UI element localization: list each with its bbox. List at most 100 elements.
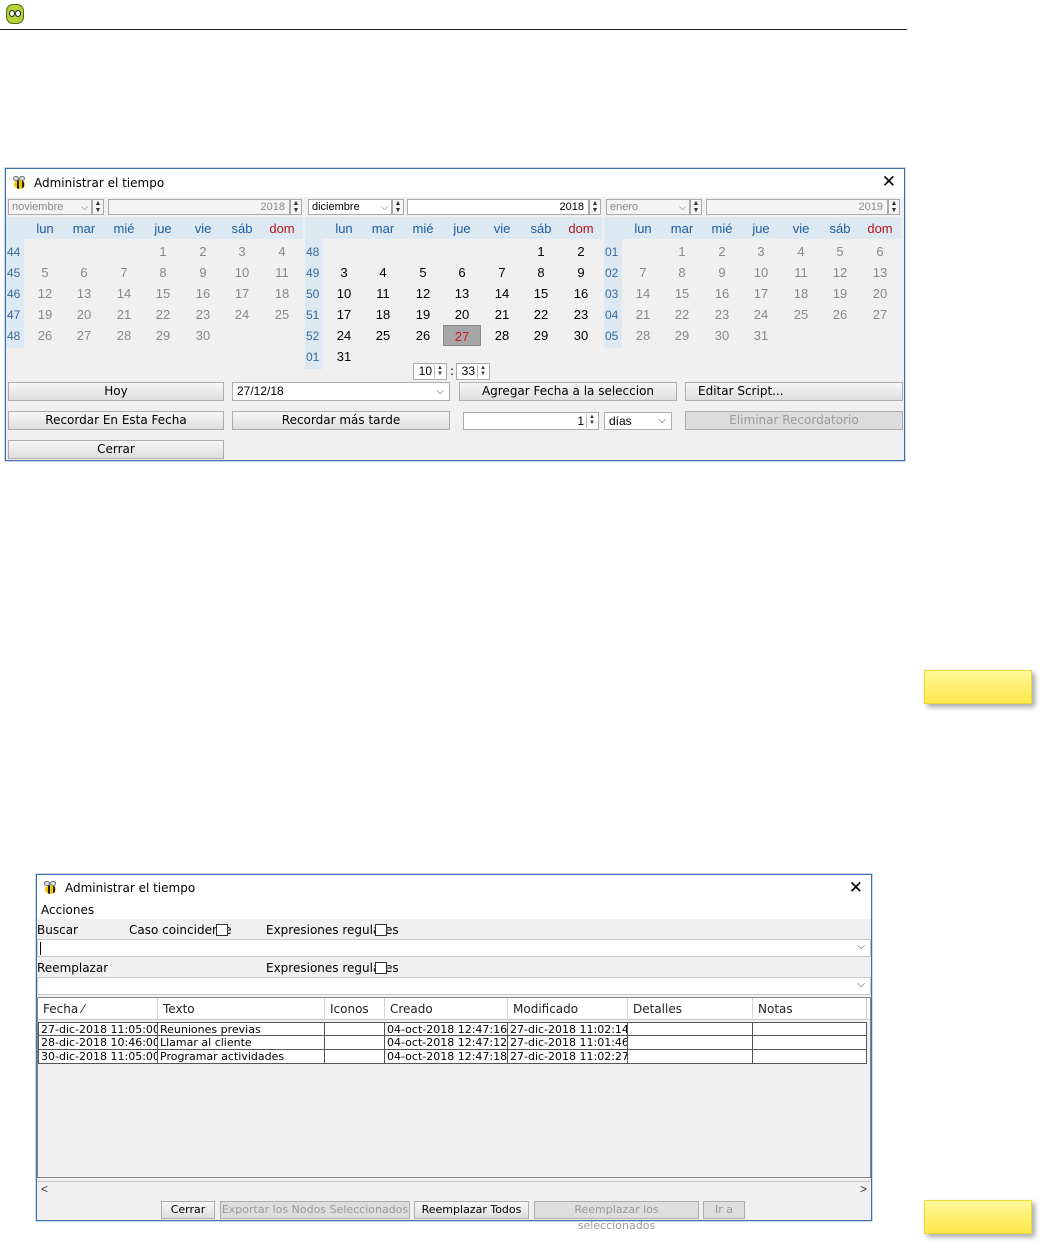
calendar-day[interactable]: 30 [184,325,222,346]
calendar-day[interactable]: 19 [404,304,442,325]
calendar-day[interactable]: 15 [144,283,182,304]
calendar-day[interactable]: 12 [404,283,442,304]
calendar-day[interactable]: 18 [263,283,301,304]
calendar-day[interactable]: 19 [821,283,859,304]
month-spinner-prev[interactable]: ▲ ▼ [92,199,104,215]
month-select-next[interactable]: enero ⌵ [606,199,690,215]
edit-script-button[interactable]: Editar Script... [685,382,903,401]
calendar-day[interactable]: 25 [263,304,301,325]
hour-field[interactable]: 10 ▲ ▼ [413,363,447,380]
calendar-day[interactable]: 2 [562,241,600,262]
calendar-day[interactable]: 20 [65,304,103,325]
month-select-current[interactable]: diciembre ⌵ [308,199,392,215]
close-button[interactable]: Cerrar [8,440,224,459]
calendar-day[interactable]: 16 [703,283,741,304]
year-spinner-prev[interactable]: ▲ ▼ [290,199,302,215]
year-spinner-next[interactable]: ▲ ▼ [888,199,900,215]
delete-reminder-button[interactable]: Eliminar Recordatorio [685,411,903,430]
calendar-day[interactable]: 21 [483,304,521,325]
calendar-day[interactable]: 15 [663,283,701,304]
calendar-day[interactable]: 14 [624,283,662,304]
calendar-day[interactable]: 13 [65,283,103,304]
replace-input[interactable]: ⌵ [37,977,871,995]
calendar-day[interactable]: 16 [562,283,600,304]
replace-all-button[interactable]: Reemplazar Todos [414,1201,529,1219]
month-spinner-current[interactable]: ▲ ▼ [392,199,404,215]
calendar-day[interactable]: 22 [663,304,701,325]
calendar-day[interactable]: 8 [663,262,701,283]
calendar-day[interactable]: 3 [742,241,780,262]
calendar-day[interactable]: 28 [105,325,143,346]
search-input[interactable]: ⌵ [37,939,871,957]
calendar-day[interactable]: 7 [483,262,521,283]
calendar-day[interactable]: 4 [782,241,820,262]
calendar-day[interactable]: 10 [325,283,363,304]
calendar-day[interactable]: 18 [782,283,820,304]
replace-selected-button[interactable]: Reemplazar los seleccionados [534,1201,699,1232]
today-button[interactable]: Hoy [8,382,224,401]
calendar-day[interactable]: 7 [105,262,143,283]
calendar-day[interactable]: 29 [144,325,182,346]
calendar-day[interactable]: 9 [184,262,222,283]
calendar-day[interactable]: 5 [404,262,442,283]
calendar-day[interactable]: 23 [703,304,741,325]
close-button[interactable]: Cerrar [161,1201,215,1219]
column-header[interactable]: Creado [385,998,508,1020]
case-sensitive-checkbox[interactable] [216,924,228,936]
later-unit-select[interactable]: días ⌵ [604,412,672,430]
table-row[interactable]: 27-dic-2018 11:05:00 Reuniones previas 04-… [38,1022,867,1036]
calendar-day[interactable]: 4 [263,241,301,262]
calendar-day[interactable]: 6 [65,262,103,283]
calendar-day[interactable]: 4 [364,262,402,283]
calendar-day[interactable]: 22 [522,304,560,325]
scroll-left-icon[interactable]: < [41,1182,48,1196]
calendar-day[interactable]: 8 [144,262,182,283]
calendar-day[interactable]: 26 [821,304,859,325]
calendar-day[interactable]: 24 [325,325,363,346]
calendar-day[interactable]: 8 [522,262,560,283]
remind-later-button[interactable]: Recordar más tarde [232,411,450,430]
calendar-day[interactable]: 10 [223,262,261,283]
calendar-day[interactable]: 16 [184,283,222,304]
scroll-right-icon[interactable]: > [860,1182,867,1196]
calendar-day[interactable]: 14 [105,283,143,304]
menu-acciones[interactable]: Acciones [41,903,94,917]
calendar-day[interactable]: 31 [325,346,363,367]
calendar-day[interactable]: 26 [26,325,64,346]
calendar-day[interactable]: 17 [223,283,261,304]
calendar-day[interactable]: 17 [742,283,780,304]
year-field-current[interactable]: 2018 [407,199,589,215]
calendar-day[interactable]: 6 [443,262,481,283]
calendar-day[interactable]: 18 [364,304,402,325]
calendar-day[interactable]: 10 [742,262,780,283]
calendar-day[interactable]: 23 [562,304,600,325]
calendar-day[interactable]: 3 [223,241,261,262]
calendar-day[interactable]: 28 [624,325,662,346]
calendar-day[interactable]: 9 [703,262,741,283]
calendar-day[interactable]: 5 [821,241,859,262]
calendar-day[interactable]: 2 [703,241,741,262]
calendar-day[interactable]: 3 [325,262,363,283]
calendar-day[interactable]: 29 [663,325,701,346]
calendar-day[interactable]: 17 [325,304,363,325]
calendar-day[interactable]: 21 [624,304,662,325]
year-field-next[interactable]: 2019 [706,199,888,215]
year-field-prev[interactable]: 2018 [108,199,290,215]
calendar-day[interactable]: 22 [144,304,182,325]
calendar-day[interactable]: 7 [624,262,662,283]
add-date-button[interactable]: Agregar Fecha a la seleccion [459,382,677,401]
calendar-day[interactable]: 27 [65,325,103,346]
column-header[interactable]: Iconos [325,998,385,1020]
calendar-day[interactable]: 20 [443,304,481,325]
calendar-day[interactable]: 14 [483,283,521,304]
calendar-day[interactable]: 30 [703,325,741,346]
calendar-day[interactable]: 6 [861,241,899,262]
minute-field[interactable]: 33 ▲ ▼ [456,363,490,380]
table-row[interactable]: 28-dic-2018 10:46:00 Llamar al cliente 04-… [38,1036,867,1050]
close-icon[interactable]: ✕ [882,174,896,191]
calendar-day[interactable]: 21 [105,304,143,325]
calendar-day[interactable]: 24 [742,304,780,325]
column-header[interactable]: Notas [753,998,867,1020]
month-select-prev[interactable]: noviembre ⌵ [8,199,92,215]
table-row[interactable]: 30-dic-2018 11:05:00 Programar actividade… [38,1050,867,1064]
